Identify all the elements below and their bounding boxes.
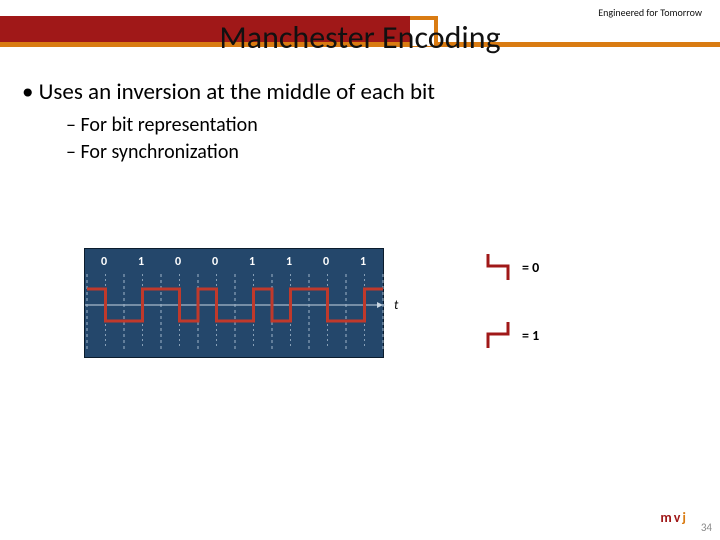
time-axis-label: t	[394, 298, 398, 313]
legend-one-icon	[484, 318, 514, 352]
bullet-main: Uses an inversion at the middle of each …	[22, 78, 698, 106]
logo: mvj	[660, 509, 686, 526]
legend-one-label: = 1	[522, 327, 539, 344]
bullet-sub-2: – For synchronization	[66, 139, 698, 166]
bit-label: 0	[93, 255, 130, 269]
diagram: 01001101 t = 0 = 1	[84, 230, 644, 390]
bullet-sub-1: – For bit representation	[66, 112, 698, 139]
legend-zero-label: = 0	[522, 259, 539, 276]
bit-labels: 01001101	[93, 255, 389, 269]
body-content: Uses an inversion at the middle of each …	[22, 78, 698, 166]
waveform-chart: 01001101	[84, 248, 384, 358]
bit-label: 1	[130, 255, 167, 269]
bit-label: 0	[315, 255, 352, 269]
bit-label: 0	[167, 255, 204, 269]
legend-zero-icon	[484, 250, 514, 284]
page-title: Manchester Encoding	[0, 18, 720, 57]
bit-label: 1	[278, 255, 315, 269]
legend-zero: = 0	[484, 250, 539, 284]
legend-one: = 1	[484, 318, 539, 352]
bit-label: 1	[241, 255, 278, 269]
bit-label: 0	[204, 255, 241, 269]
bit-label: 1	[352, 255, 389, 269]
page-number: 34	[701, 521, 712, 534]
